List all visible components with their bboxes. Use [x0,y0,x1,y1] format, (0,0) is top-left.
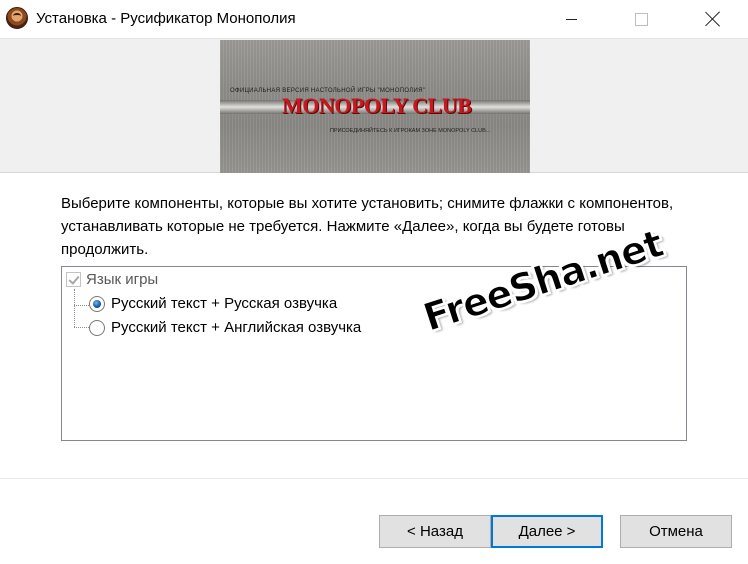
window-title: Установка - Русификатор Монополия [36,10,296,27]
banner-bottom-caption: ПРИСОЕДИНЯЙТЕСЬ К ИГРОКАМ ЗОНЕ MONOPOLY … [330,128,491,134]
monopoly-club-logo: MONOPOLY CLUB [282,93,472,118]
component-option-ru-en[interactable]: Русский текст + Английская озвучка [89,319,361,336]
tree-connector [74,327,89,328]
cancel-button[interactable]: Отмена [620,515,732,548]
tree-connector [74,305,89,306]
radio-selected-icon[interactable] [89,295,105,312]
minimize-button[interactable] [548,0,594,38]
component-game-language[interactable]: Язык игры [66,271,158,288]
next-button[interactable]: Далее > [491,515,603,548]
back-button[interactable]: < Назад [379,515,491,548]
header-banner: ОФИЦИАЛЬНАЯ ВЕРСИЯ НАСТОЛЬНОЙ ИГРЫ "МОНО… [0,38,748,173]
component-option-ru-ru[interactable]: Русский текст + Русская озвучка [89,295,337,312]
close-button[interactable] [690,0,736,38]
radio-unselected-icon[interactable] [89,319,105,336]
maximize-icon [634,12,648,26]
tree-connector [74,289,75,327]
app-icon [6,7,28,29]
minimize-icon [565,18,577,20]
component-label: Русский текст + Английская озвучка [111,319,362,336]
maximize-button[interactable] [618,0,664,38]
title-bar: Установка - Русификатор Монополия [0,0,748,38]
components-list[interactable]: Язык игры Русский текст + Русская озвучк… [61,266,687,441]
banner-image: ОФИЦИАЛЬНАЯ ВЕРСИЯ НАСТОЛЬНОЙ ИГРЫ "МОНО… [220,40,530,173]
close-icon [705,11,721,27]
component-label: Русский текст + Русская озвучка [111,295,338,312]
checkbox-checked-icon[interactable] [66,272,81,287]
component-label: Язык игры [86,271,159,288]
